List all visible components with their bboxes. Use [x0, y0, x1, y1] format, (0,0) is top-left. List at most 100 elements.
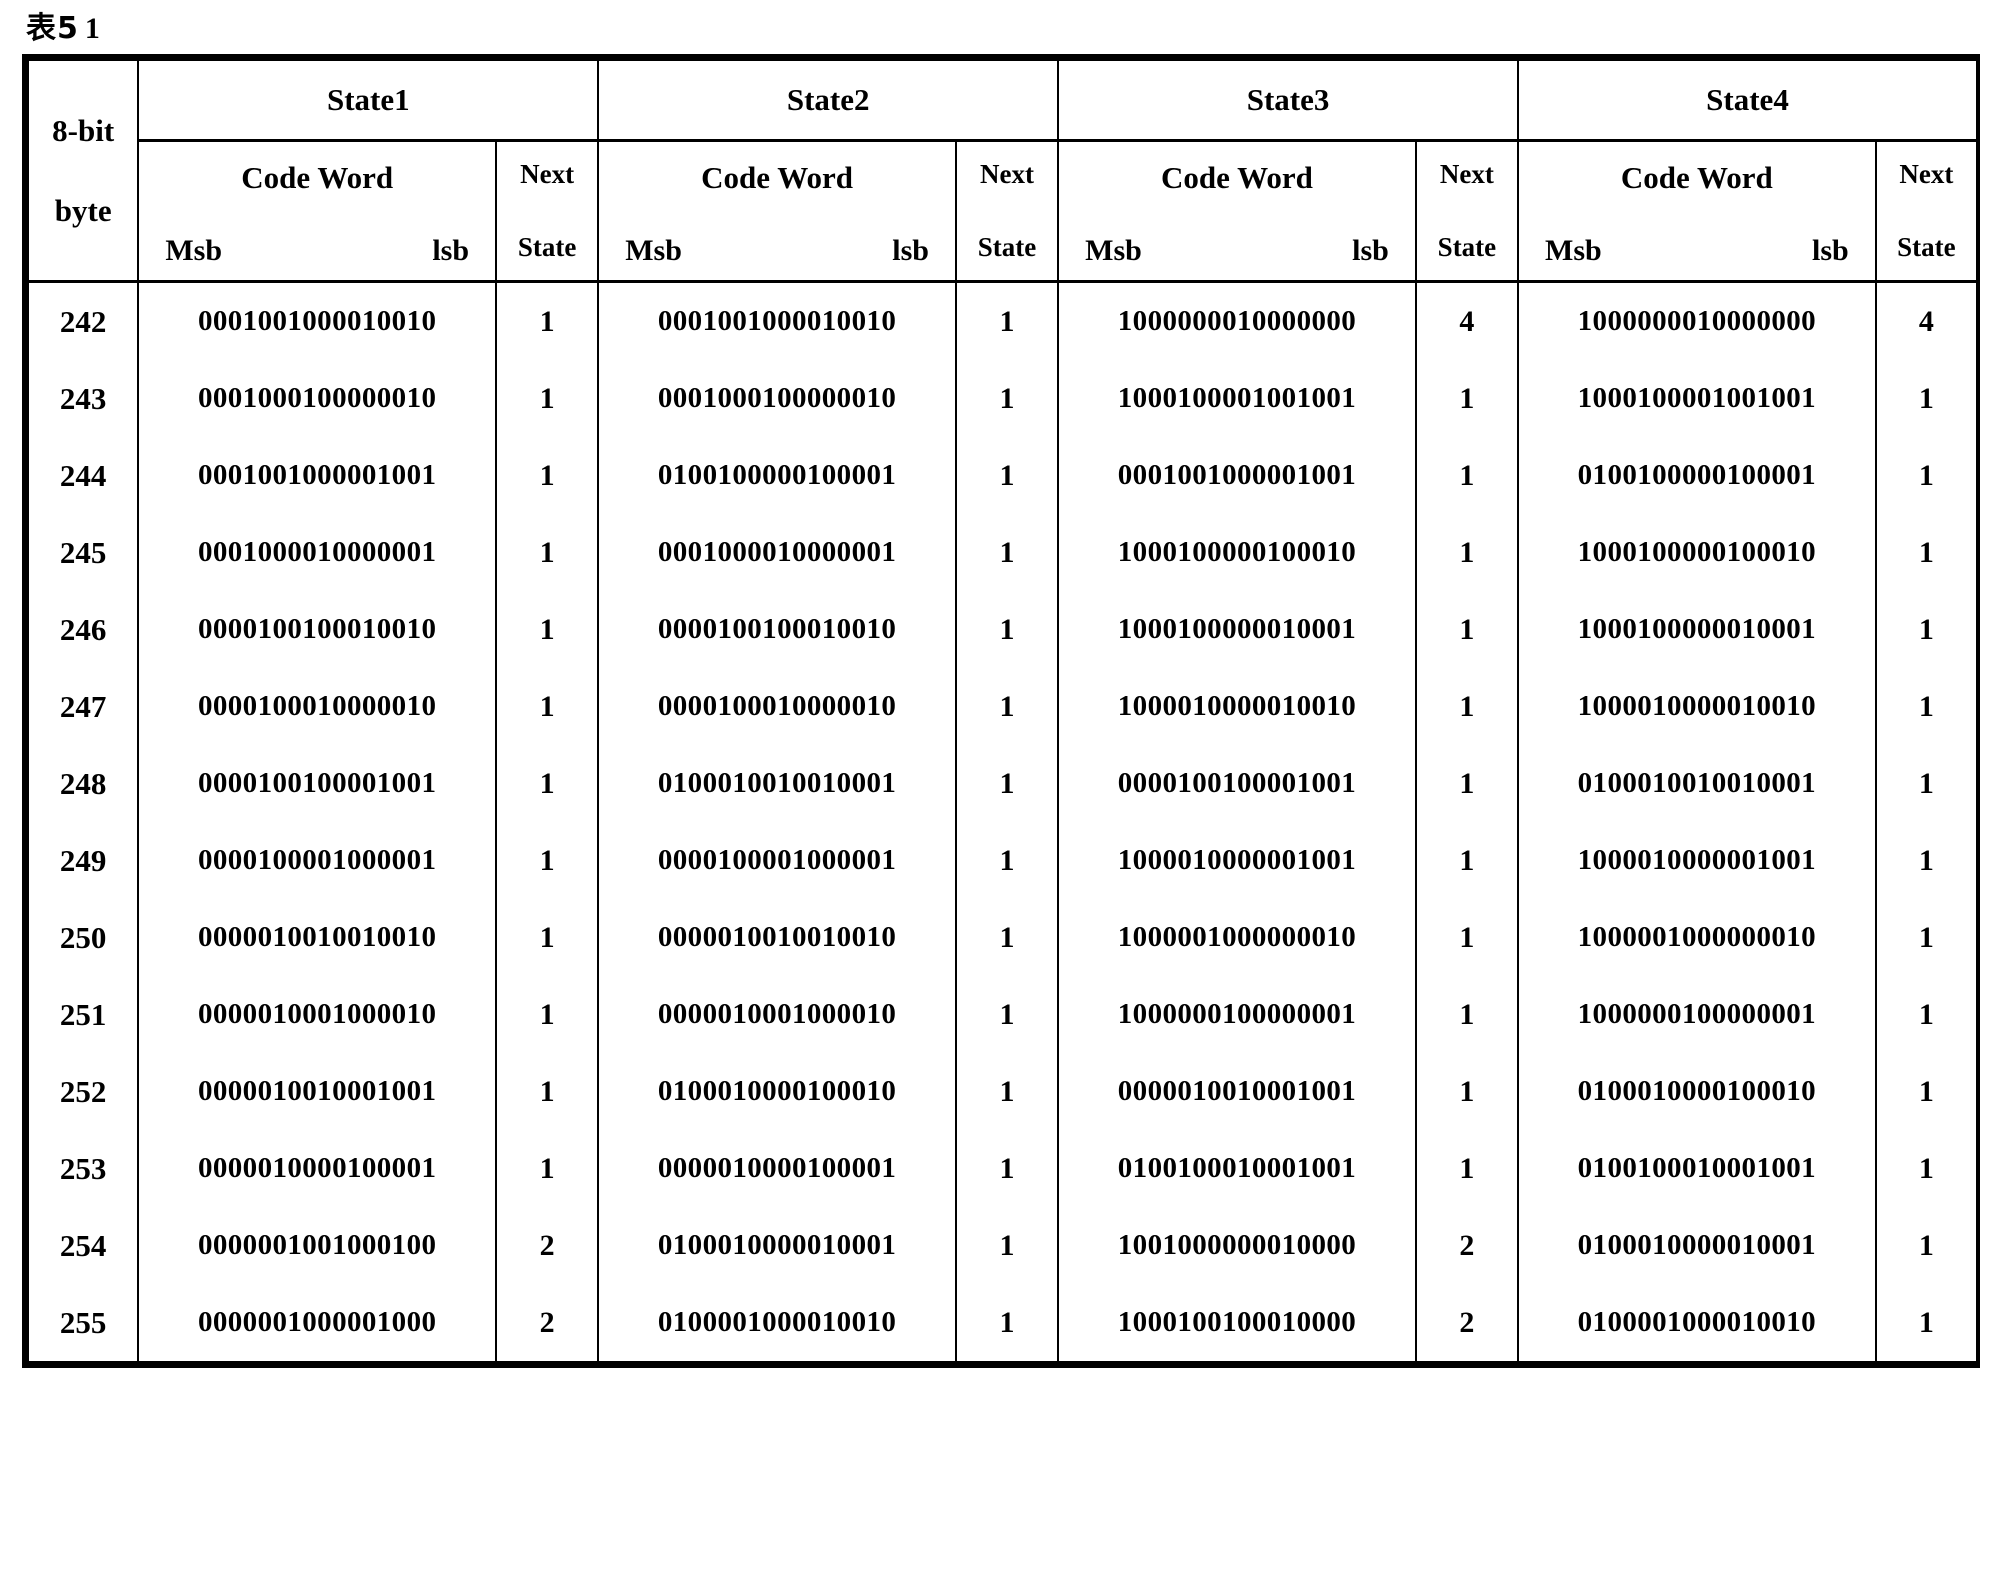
header-msb-lsb: Msb lsb [1059, 196, 1415, 268]
cell-next-state-state4: 1 [1874, 745, 1980, 822]
table-row: 255 0000001000001000 2 0100001000010010 1 100… [24, 1284, 1980, 1365]
cell-next-state-state3: 1 [1414, 976, 1520, 1053]
header-byte-line2: byte [54, 192, 112, 228]
header-byte: 8-bit byte [24, 57, 140, 283]
cell-code-word-state2: 0000100001000001 [597, 822, 957, 899]
header-msb-lsb: Msb lsb [599, 196, 955, 268]
cell-next-state-state2: 1 [954, 514, 1060, 591]
table-body: 242 0001001000010010 1 0001001000010010 1 100… [24, 281, 1980, 1365]
cell-next-state-state1: 2 [495, 1284, 600, 1365]
cell-code-word-state3: 0000100100001001 [1057, 745, 1417, 822]
header-next-state-state1: Next State [495, 140, 600, 283]
header-group-state1: State1 [137, 57, 600, 142]
cell-next-state-state1: 1 [495, 591, 600, 668]
cell-next-state-state3: 1 [1414, 360, 1520, 437]
cell-byte-value: 252 [24, 1053, 140, 1130]
cell-code-word-state2: 0100010010010001 [597, 745, 957, 822]
cell-code-word-state3: 1000100000100010 [1057, 514, 1417, 591]
cell-byte-value: 251 [24, 976, 140, 1053]
table-row: 242 0001001000010010 1 0001001000010010 1 100… [24, 281, 1980, 360]
cell-code-word-state1: 0000010010001001 [137, 1053, 498, 1130]
cell-code-word-state2: 0100001000010010 [597, 1284, 957, 1365]
table-row: 247 0000100010000010 1 0000100010000010 1 100… [24, 668, 1980, 745]
cell-code-word-state4: 1000010000001001 [1517, 822, 1877, 899]
cell-byte-value: 242 [24, 281, 140, 360]
cell-byte-value: 253 [24, 1130, 140, 1207]
cell-code-word-state1: 0001000010000001 [137, 514, 498, 591]
cell-next-state-state4: 1 [1874, 976, 1980, 1053]
cell-byte-value: 244 [24, 437, 140, 514]
cell-next-state-state3: 2 [1414, 1207, 1520, 1284]
cell-next-state-state1: 1 [495, 899, 600, 976]
table-row: 249 0000100001000001 1 0000100001000001 1 100… [24, 822, 1980, 899]
cell-next-state-state1: 1 [495, 360, 600, 437]
cell-next-state-state2: 1 [954, 591, 1060, 668]
table-caption-label: 表5 [26, 11, 79, 46]
cell-code-word-state4: 0100100000100001 [1517, 437, 1877, 514]
cell-next-state-state2: 1 [954, 1284, 1060, 1365]
table-row: 250 0000010010010010 1 0000010010010010 1 100… [24, 899, 1980, 976]
header-msb: Msb [1085, 234, 1142, 267]
cell-code-word-state2: 0000010001000010 [597, 976, 957, 1053]
header-next-line1: Next [1899, 159, 1954, 189]
cell-next-state-state4: 1 [1874, 1284, 1980, 1365]
cell-next-state-state2: 1 [954, 745, 1060, 822]
cell-code-word-state4: 1000100000100010 [1517, 514, 1877, 591]
header-msb: Msb [165, 234, 223, 267]
header-code-word-title: Code Word [241, 160, 394, 195]
cell-code-word-state2: 0100010000100010 [597, 1053, 957, 1130]
header-next-line1: Next [1439, 159, 1494, 189]
cell-code-word-state4: 1000000100000001 [1517, 976, 1877, 1053]
cell-next-state-state4: 1 [1874, 591, 1980, 668]
cell-code-word-state1: 0000100001000001 [137, 822, 498, 899]
cell-code-word-state2: 0001000100000010 [597, 360, 957, 437]
cell-next-state-state3: 1 [1414, 899, 1520, 976]
header-next-line2: State [1437, 232, 1497, 262]
table-row: 248 0000100100001001 1 0100010010010001 1 000… [24, 745, 1980, 822]
cell-code-word-state3: 1000001000000010 [1057, 899, 1417, 976]
cell-byte-value: 248 [24, 745, 140, 822]
header-next-line2: State [1897, 232, 1956, 262]
table-row: 253 0000010000100001 1 0000010000100001 1 010… [24, 1130, 1980, 1207]
cell-next-state-state2: 1 [954, 281, 1060, 360]
header-code-word-title: Code Word [701, 160, 854, 195]
cell-next-state-state3: 1 [1414, 1053, 1520, 1130]
cell-code-word-state2: 0000010000100001 [597, 1130, 957, 1207]
cell-code-word-state2: 0001001000010010 [597, 281, 957, 360]
header-msb-lsb: Msb lsb [139, 196, 495, 268]
header-code-word-state4: Code Word Msb lsb [1517, 140, 1877, 283]
cell-next-state-state2: 1 [954, 899, 1060, 976]
cell-next-state-state3: 1 [1414, 822, 1520, 899]
cell-code-word-state2: 0001000010000001 [597, 514, 957, 591]
header-byte-line1: 8-bit [52, 112, 115, 148]
cell-code-word-state2: 0000010010010010 [597, 899, 957, 976]
header-group-state4: State4 [1517, 57, 1979, 142]
cell-next-state-state3: 1 [1414, 437, 1520, 514]
header-code-word-title: Code Word [1620, 160, 1773, 195]
document-page: 表5 1 8-bit byte State1 State2 State3 Stat… [0, 0, 2014, 1574]
cell-next-state-state2: 1 [954, 976, 1060, 1053]
cell-code-word-state1: 0000001001000100 [137, 1207, 498, 1284]
cell-code-word-state2: 0000100010000010 [597, 668, 957, 745]
table-row: 246 0000100100010010 1 0000100100010010 1 100… [24, 591, 1980, 668]
header-next-line2: State [517, 232, 577, 262]
cell-code-word-state2: 0100010000010001 [597, 1207, 957, 1284]
table-caption: 表5 1 [22, 8, 1992, 54]
header-code-word-state3: Code Word Msb lsb [1057, 140, 1417, 283]
header-msb-lsb: Msb lsb [1519, 196, 1875, 268]
cell-next-state-state4: 1 [1874, 514, 1980, 591]
header-row-groups: 8-bit byte State1 State2 State3 State4 [24, 57, 1979, 283]
table-row: 251 0000010001000010 1 0000010001000010 1 100… [24, 976, 1980, 1053]
table-row: 244 0001001000001001 1 0100100000100001 1 000… [24, 437, 1980, 514]
cell-next-state-state4: 1 [1874, 1207, 1980, 1284]
cell-next-state-state3: 1 [1414, 668, 1520, 745]
cell-byte-value: 245 [24, 514, 140, 591]
header-lsb: lsb [892, 234, 929, 267]
cell-code-word-state4: 0100010010010001 [1517, 745, 1877, 822]
cell-next-state-state4: 1 [1874, 360, 1980, 437]
header-next-state-state4: Next State [1874, 140, 1980, 283]
cell-byte-value: 254 [24, 1207, 140, 1284]
cell-code-word-state4: 1000000010000000 [1517, 281, 1877, 360]
cell-code-word-state4: 0100001000010010 [1517, 1284, 1877, 1365]
cell-next-state-state3: 1 [1414, 514, 1520, 591]
